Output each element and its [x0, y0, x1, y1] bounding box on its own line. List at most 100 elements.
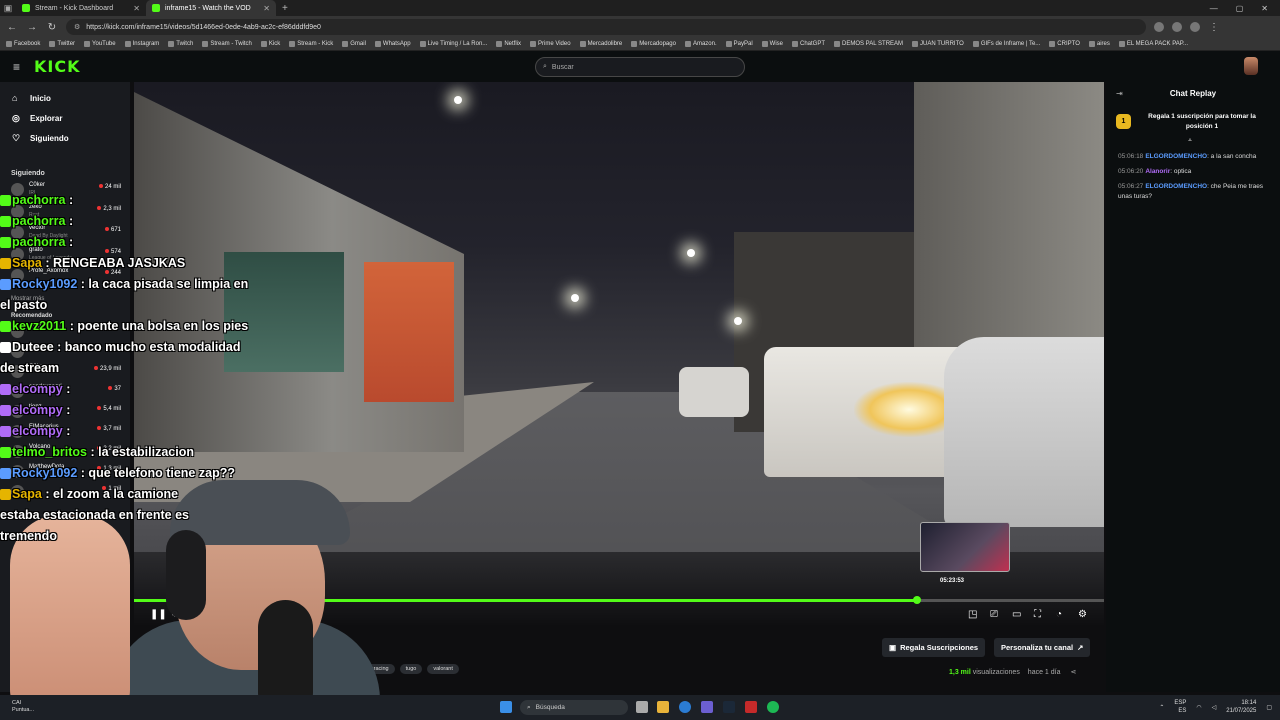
bookmark-label: Twitch: [176, 41, 194, 47]
gift-subs-button[interactable]: ▣ Regala Suscripciones: [882, 638, 986, 657]
bookmark-item[interactable]: Twitter: [49, 41, 75, 47]
bookmark-item[interactable]: PayPal: [725, 41, 753, 47]
bookmark-item[interactable]: WhatsApp: [374, 41, 411, 47]
bookmark-item[interactable]: Stream - Kick: [289, 41, 333, 47]
speaker-icon[interactable]: ◁: [1212, 704, 1217, 711]
bookmark-favicon-icon: [49, 41, 56, 47]
language-indicator[interactable]: ESP ES: [1174, 699, 1186, 715]
close-window-icon[interactable]: ✕: [1261, 4, 1268, 13]
browser-tab[interactable]: Stream - Kick Dashboard ✕: [16, 0, 146, 16]
bookmark-item[interactable]: Live Timing / La Ron...: [419, 41, 487, 47]
bookmark-item[interactable]: Amazon.: [684, 41, 717, 47]
task-view-icon[interactable]: [636, 701, 648, 713]
back-icon[interactable]: ←: [6, 22, 18, 33]
bookmark-label: CRIPTO: [1057, 41, 1080, 47]
profile-icon[interactable]: [1190, 22, 1200, 32]
bookmark-item[interactable]: Stream - Twitch: [202, 41, 252, 47]
bookmark-item[interactable]: Wise: [761, 41, 783, 47]
bookmark-item[interactable]: Twitch: [168, 41, 193, 47]
weather-widget[interactable]: CAI Puntua...: [12, 700, 34, 714]
steam-icon[interactable]: [723, 701, 735, 713]
new-tab-icon[interactable]: +: [276, 3, 294, 14]
bookmark-item[interactable]: ChatGPT: [792, 41, 825, 47]
bookmark-item[interactable]: GIFs de Inframe | Te...: [972, 41, 1040, 47]
bookmark-item[interactable]: aires: [1088, 41, 1110, 47]
maximize-icon[interactable]: ▢: [1236, 4, 1244, 13]
collapse-chat-icon[interactable]: ⇥: [1116, 89, 1123, 98]
browser-tab-active[interactable]: inframe15 - Watch the VOD ✕: [146, 0, 276, 16]
overlay-chat-line: telmo_britos : la estabilizacion: [0, 442, 260, 463]
bookmark-label: Amazon.: [692, 41, 717, 47]
bookmark-item[interactable]: Facebook: [6, 41, 40, 47]
sidebar-item-explorar[interactable]: ◎ Explorar: [0, 108, 130, 128]
clock[interactable]: 18:14 21/07/2025: [1226, 699, 1256, 715]
bookmark-item[interactable]: Instagram: [124, 41, 159, 47]
kick-logo[interactable]: KICK: [34, 57, 81, 76]
extension-icon[interactable]: [1154, 22, 1164, 32]
bookmark-item[interactable]: Netflix: [496, 41, 521, 47]
taskbar-search[interactable]: ⌕ Búsqueda: [520, 700, 628, 715]
site-info-icon[interactable]: ⚙: [74, 23, 80, 31]
bookmark-item[interactable]: Kick: [260, 41, 280, 47]
sidebar-item-siguiendo[interactable]: ♡ Siguiendo: [0, 128, 130, 148]
minimize-icon[interactable]: —: [1210, 4, 1218, 13]
chevron-up-icon[interactable]: ⌃: [1159, 704, 1164, 711]
extension-icon[interactable]: [1172, 22, 1182, 32]
message-timestamp: 05:06:18: [1118, 153, 1144, 160]
discord-icon[interactable]: [701, 701, 713, 713]
bookmark-item[interactable]: EL MEGA PACK PAP...: [1118, 41, 1188, 47]
message-timestamp: 05:06:20: [1118, 168, 1144, 175]
bookmark-favicon-icon: [912, 41, 919, 47]
bookmark-item[interactable]: CRIPTO: [1049, 41, 1080, 47]
playback-speed-icon[interactable]: ◔: [1056, 609, 1062, 620]
bookmark-item[interactable]: Prime Video: [529, 41, 571, 47]
file-explorer-icon[interactable]: [657, 701, 669, 713]
progress-knob[interactable]: [912, 596, 921, 604]
overlay-username: elcompy: [12, 403, 63, 417]
bookmark-item[interactable]: YouTube: [84, 41, 116, 47]
edge-icon[interactable]: [679, 701, 691, 713]
window-menu-icon[interactable]: ▣: [0, 0, 16, 16]
app-icon[interactable]: [745, 701, 757, 713]
nav-label: Siguiendo: [30, 133, 69, 143]
bookmark-item[interactable]: DEMOS PAL STREAM: [834, 41, 903, 47]
fullscreen-icon[interactable]: ⛶: [1034, 609, 1041, 620]
gift-leaderboard[interactable]: 1 Regala 1 suscripción para tomar la pos…: [1116, 112, 1276, 132]
overlay-chat-line: estaba estacionada en frente es: [0, 505, 260, 526]
expand-chevron-icon[interactable]: ⩡: [1188, 137, 1192, 145]
sidebar-item-inicio[interactable]: ⌂ Inicio: [0, 88, 130, 108]
seek-preview-thumbnail: [920, 522, 1010, 572]
search-input[interactable]: ⌕ Buscar: [535, 57, 745, 77]
message-username[interactable]: ELGORDOMENCHO: [1145, 183, 1207, 190]
close-icon[interactable]: ✕: [263, 4, 270, 13]
hamburger-menu-icon[interactable]: ≡: [13, 60, 25, 74]
bookmark-item[interactable]: Gmail: [342, 41, 366, 47]
close-icon[interactable]: ✕: [133, 4, 140, 13]
user-avatar[interactable]: [1244, 57, 1258, 75]
cast-icon[interactable]: ⎚: [990, 609, 998, 620]
wifi-icon[interactable]: ◠: [1196, 704, 1201, 711]
url-field[interactable]: ⚙ https://kick.com/inframe15/videos/5d14…: [66, 19, 1146, 35]
customize-channel-button[interactable]: Personaliza tu canal ↗: [994, 638, 1091, 657]
bookmark-item[interactable]: Mercadolibre: [579, 41, 622, 47]
message-username[interactable]: ELGORDOMENCHO: [1145, 153, 1207, 160]
message-username[interactable]: Alanorir: [1145, 168, 1170, 175]
settings-gear-icon[interactable]: ⚙: [1078, 609, 1087, 620]
url-text: https://kick.com/inframe15/videos/5d1466…: [86, 23, 321, 31]
bookmark-item[interactable]: Mercadopago: [631, 41, 676, 47]
theater-mode-icon[interactable]: ▭: [1012, 609, 1021, 620]
spotify-icon[interactable]: [767, 701, 779, 713]
miniplayer-icon[interactable]: ◳: [968, 609, 977, 620]
chat-badge-icon: [0, 321, 11, 333]
tag-chip[interactable]: valorant: [427, 664, 459, 674]
windows-start-icon[interactable]: [500, 701, 512, 713]
more-menu-icon[interactable]: ⋮: [1208, 22, 1220, 33]
bookmark-favicon-icon: [6, 41, 12, 47]
bookmark-item[interactable]: JUAN TURRITO: [912, 41, 964, 47]
reload-icon[interactable]: ↻: [46, 22, 58, 33]
bookmark-label: aires: [1096, 41, 1110, 47]
forward-icon[interactable]: →: [26, 22, 38, 33]
notifications-icon[interactable]: ▢: [1266, 704, 1272, 711]
share-icon[interactable]: ⋖: [1070, 669, 1076, 676]
tag-chip[interactable]: tugo: [399, 664, 423, 674]
